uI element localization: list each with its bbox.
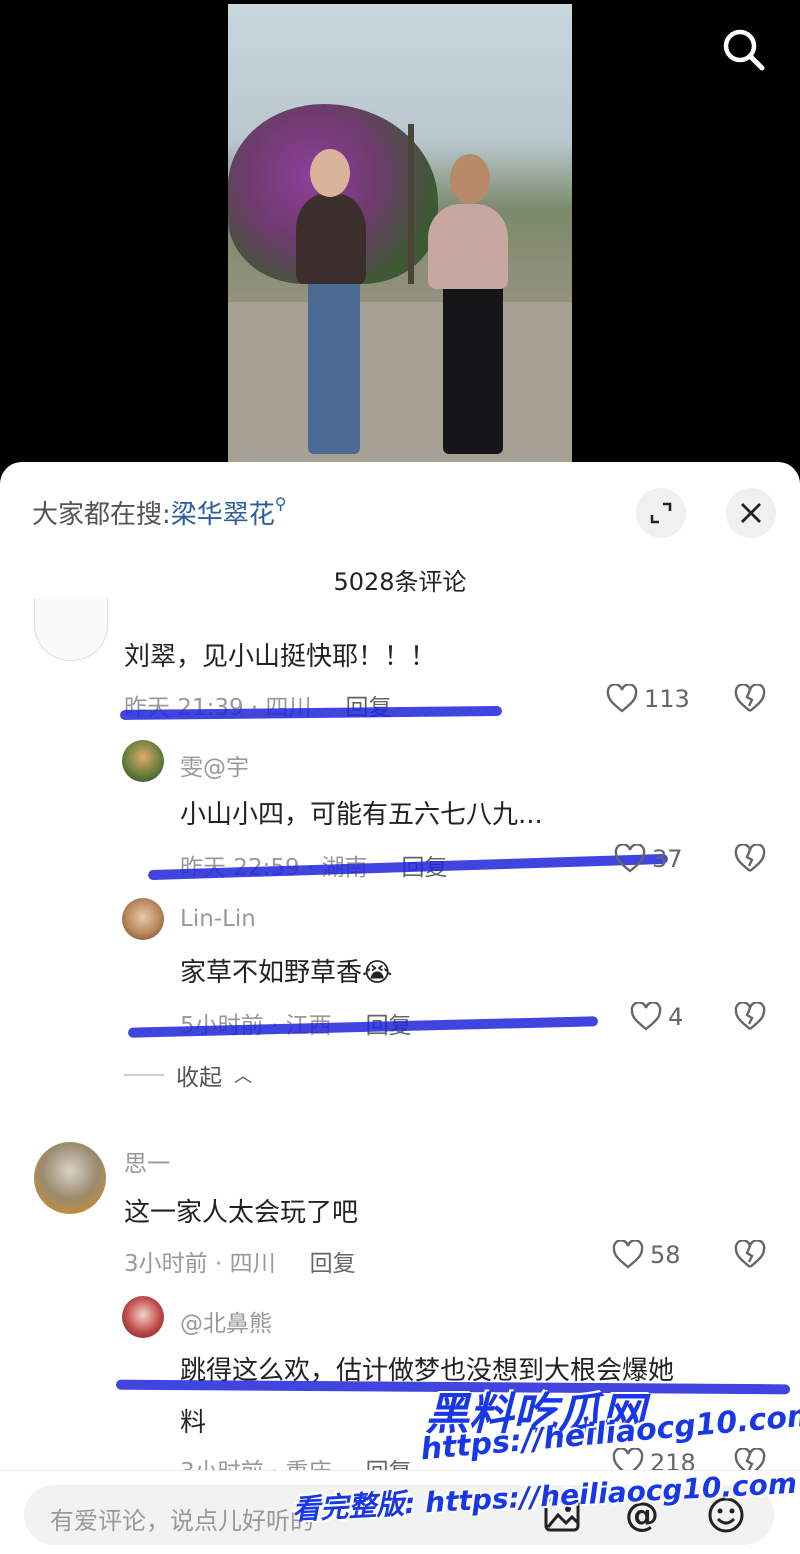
heart-icon	[630, 1002, 662, 1031]
username[interactable]: Lin-Lin	[180, 906, 256, 932]
username[interactable]: 思一	[124, 1144, 170, 1178]
heart-icon	[612, 1240, 644, 1269]
comment-count: 5028条评论	[333, 568, 467, 596]
video-player[interactable]	[0, 0, 800, 470]
person-right-legs	[443, 284, 503, 454]
avatar[interactable]	[34, 1142, 106, 1214]
heart-icon	[606, 684, 638, 713]
person-left-legs	[308, 274, 360, 454]
avatar[interactable]	[122, 740, 164, 782]
broken-heart-icon[interactable]	[734, 1002, 766, 1032]
person-right-body	[428, 204, 508, 289]
search-icon[interactable]	[718, 24, 770, 76]
reply-button[interactable]: 回复	[310, 1251, 356, 1277]
comment-text: 家草不如野草香😭	[180, 958, 393, 988]
username[interactable]: @北鼻熊	[180, 1304, 272, 1338]
trending-prefix: 大家都在搜:	[32, 500, 171, 530]
avatar[interactable]	[122, 898, 164, 940]
comment-sheet: 大家都在搜:梁华翠花⚲ 5028条评论 刘翠，见小山挺快耶！！！ 昨天 21:3…	[0, 462, 800, 1554]
video-frame[interactable]	[228, 4, 572, 462]
trending-keyword[interactable]: 梁华翠花	[171, 500, 275, 530]
comment-text-continued: 料	[180, 1408, 207, 1438]
close-icon	[741, 503, 761, 523]
close-button[interactable]	[726, 488, 776, 538]
comment-text: 刘翠，见小山挺快耶！！！	[124, 642, 437, 672]
expand-icon	[650, 502, 672, 524]
ground	[228, 302, 572, 462]
like-button[interactable]: 4	[630, 1002, 683, 1032]
comment-meta: 3小时前 · 四川 回复	[124, 1251, 356, 1277]
username[interactable]: 雯@宇	[180, 748, 249, 782]
broken-heart-icon[interactable]	[734, 1240, 766, 1270]
crying-laugh-emoji: 😭	[362, 958, 393, 988]
expand-button[interactable]	[636, 488, 686, 538]
like-button[interactable]: 113	[606, 684, 690, 714]
small-search-icon: ⚲	[274, 494, 287, 513]
comment-text: 小山小四，可能有五六七八九...	[180, 800, 543, 830]
person-left-body	[296, 194, 366, 284]
divider	[124, 1074, 164, 1076]
person-right-head	[450, 154, 490, 204]
comment-text: 这一家人太会玩了吧	[124, 1198, 359, 1228]
chevron-up-icon: ︿	[234, 1066, 252, 1087]
broken-heart-icon[interactable]	[734, 844, 766, 874]
pole	[408, 124, 414, 284]
person-left-head	[310, 149, 350, 197]
avatar[interactable]	[34, 598, 108, 661]
heart-icon	[614, 844, 646, 873]
avatar[interactable]	[122, 1296, 164, 1338]
comment-placeholder: 有爱评论，说点儿好听的	[50, 1507, 314, 1535]
trending-search[interactable]: 大家都在搜:梁华翠花⚲	[32, 494, 287, 531]
broken-heart-icon[interactable]	[734, 684, 766, 714]
like-button[interactable]: 37	[614, 844, 683, 874]
like-button[interactable]: 58	[612, 1240, 681, 1270]
collapse-replies-button[interactable]: 收起 ︿	[124, 1058, 252, 1092]
